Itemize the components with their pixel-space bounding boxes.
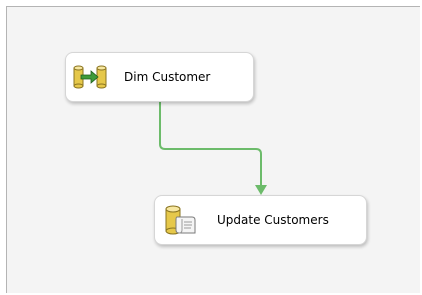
design-surface[interactable] bbox=[6, 6, 420, 293]
control-flow-canvas: Dim Customer Update Customers bbox=[0, 0, 422, 295]
data-flow-icon bbox=[73, 65, 107, 89]
task-label: Update Customers bbox=[217, 213, 329, 227]
task-label: Dim Customer bbox=[124, 70, 211, 84]
task-dim-customer[interactable]: Dim Customer bbox=[65, 52, 254, 102]
task-update-customers[interactable]: Update Customers bbox=[154, 195, 367, 245]
sql-task-icon bbox=[165, 205, 196, 235]
